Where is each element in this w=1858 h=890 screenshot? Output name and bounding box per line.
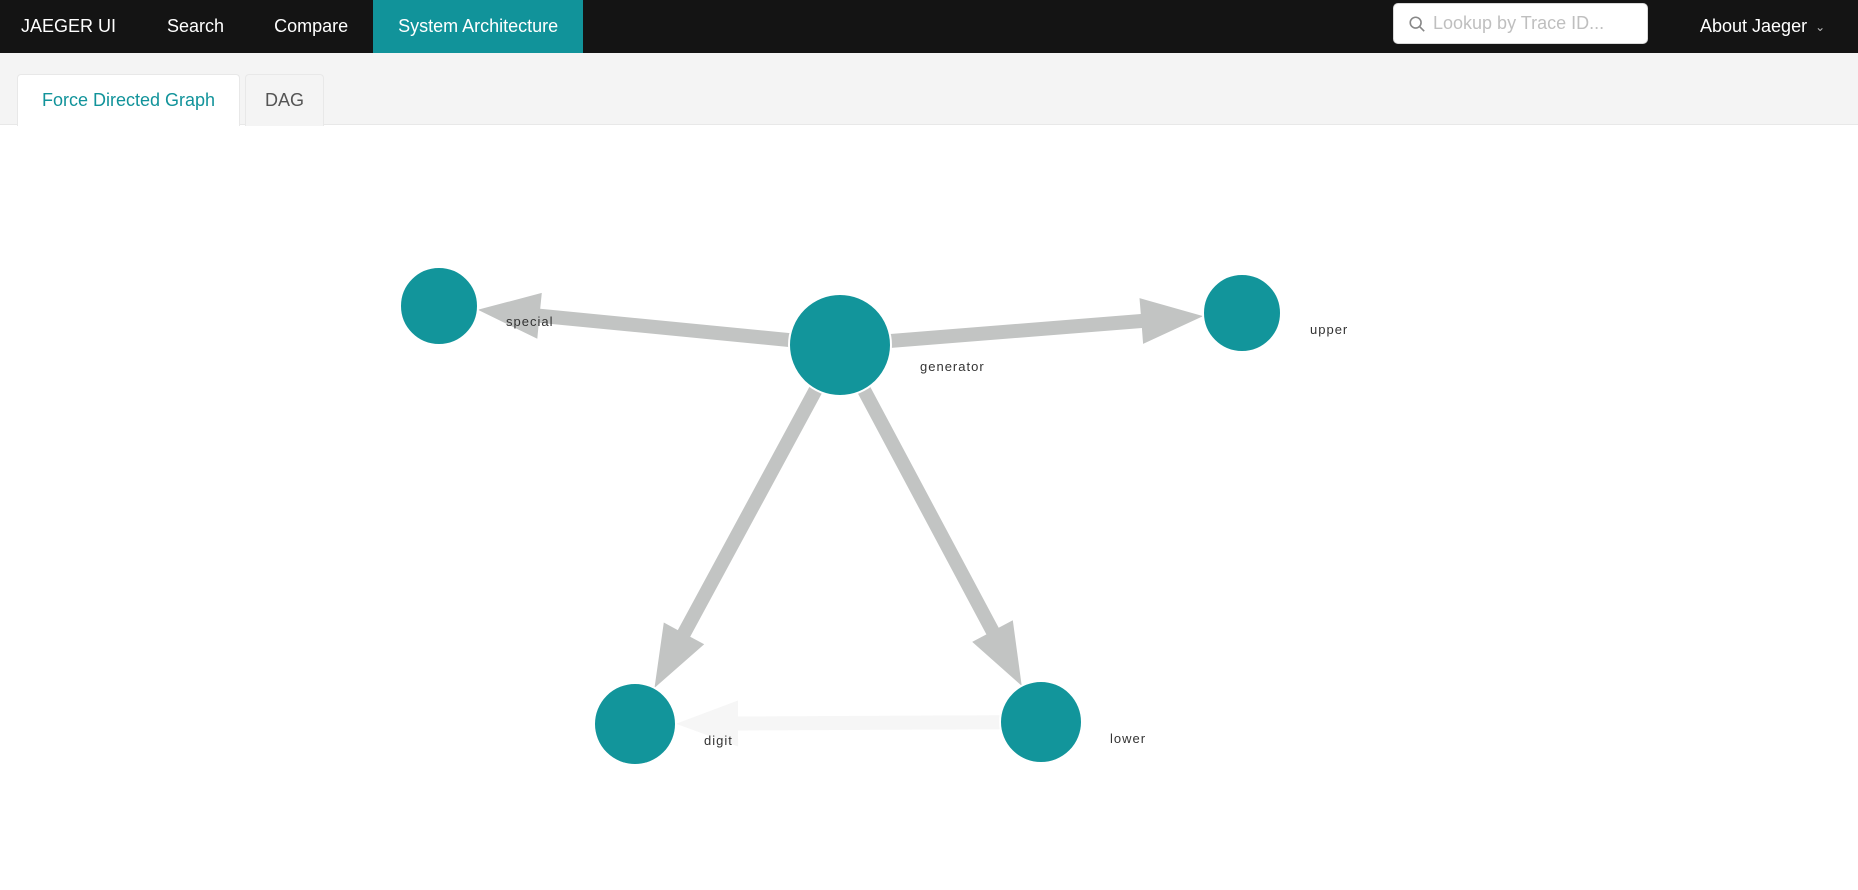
brand-link[interactable]: JAEGER UI bbox=[0, 0, 142, 53]
node-label-digit: digit bbox=[704, 733, 733, 748]
node-label-generator: generator bbox=[920, 359, 985, 374]
nav-system-architecture[interactable]: System Architecture bbox=[373, 0, 584, 53]
tab-dag[interactable]: DAG bbox=[245, 74, 324, 126]
edge-generator-to-digit[interactable] bbox=[654, 386, 822, 688]
edge-generator-to-lower[interactable] bbox=[857, 386, 1022, 686]
trace-id-input[interactable] bbox=[1433, 13, 1633, 34]
edge-generator-to-upper[interactable] bbox=[890, 298, 1204, 348]
node-special[interactable] bbox=[399, 266, 479, 346]
top-navigation: JAEGER UI Search Compare System Architec… bbox=[0, 0, 1858, 53]
nav-compare[interactable]: Compare bbox=[249, 0, 373, 53]
node-lower[interactable] bbox=[999, 680, 1083, 764]
about-jaeger-label: About Jaeger bbox=[1700, 16, 1808, 36]
about-jaeger-menu[interactable]: About Jaeger ⌄ bbox=[1700, 0, 1825, 53]
node-generator[interactable] bbox=[788, 293, 892, 397]
chevron-down-icon: ⌄ bbox=[1815, 19, 1826, 34]
node-label-upper: upper bbox=[1310, 322, 1348, 337]
view-tabs: Force Directed Graph DAG bbox=[0, 53, 1858, 126]
tab-force-directed-graph[interactable]: Force Directed Graph bbox=[17, 74, 240, 126]
node-upper[interactable] bbox=[1202, 273, 1282, 353]
force-directed-graph[interactable]: generator special upper digit lower bbox=[0, 126, 1858, 890]
node-label-special: special bbox=[506, 314, 553, 329]
node-label-lower: lower bbox=[1110, 731, 1146, 746]
search-icon bbox=[1409, 15, 1425, 32]
nav-search[interactable]: Search bbox=[142, 0, 249, 53]
node-digit[interactable] bbox=[593, 682, 677, 766]
trace-id-search[interactable] bbox=[1393, 3, 1648, 44]
